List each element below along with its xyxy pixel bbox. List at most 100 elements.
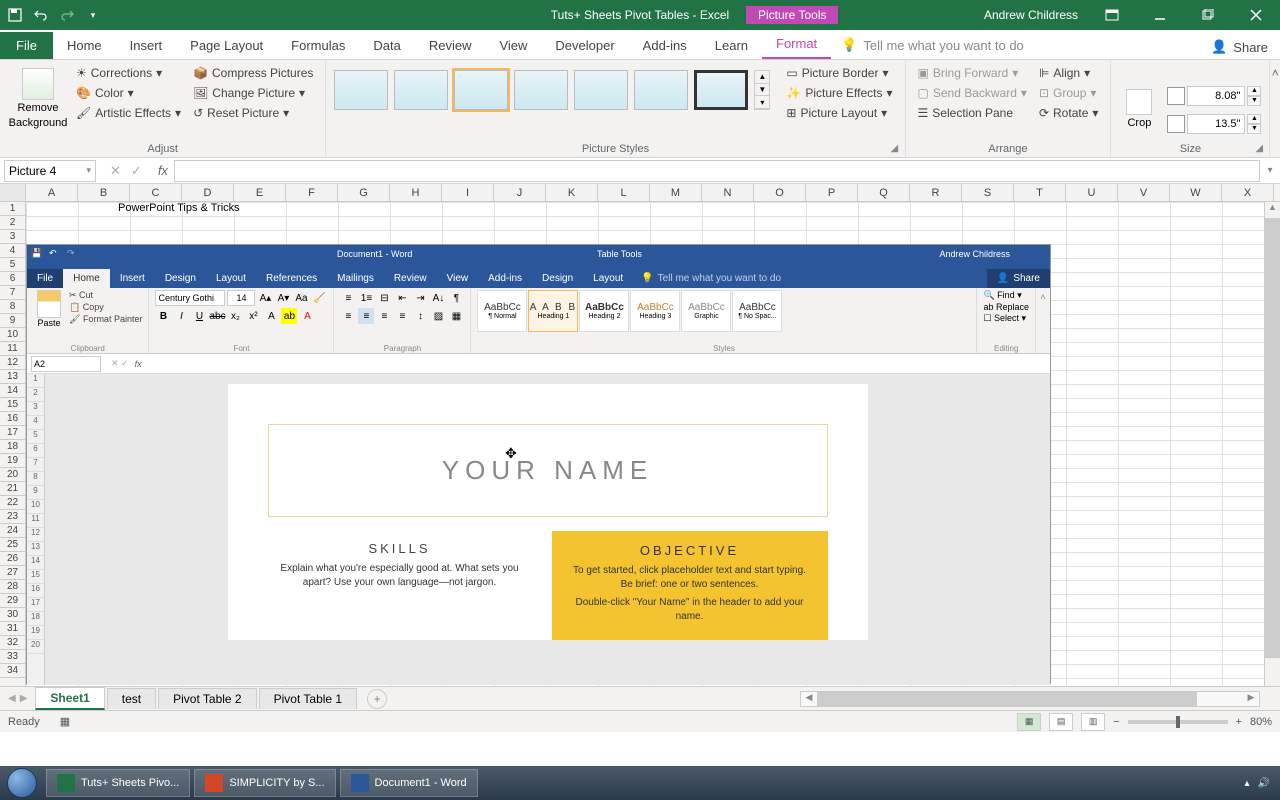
page-layout-view-button[interactable]: ▤ xyxy=(1049,713,1073,731)
formula-input[interactable] xyxy=(174,160,1260,182)
tab-view[interactable]: View xyxy=(485,32,541,59)
collapse-ribbon-icon[interactable]: ˄ xyxy=(1270,60,1280,157)
row-header[interactable]: 28 xyxy=(0,580,25,594)
row-header[interactable]: 21 xyxy=(0,482,25,496)
picture-border-button[interactable]: ▭Picture Border▾ xyxy=(782,64,896,82)
bring-forward-button[interactable]: ▣Bring Forward▾ xyxy=(914,64,1031,82)
tab-format[interactable]: Format xyxy=(762,30,831,59)
save-icon[interactable] xyxy=(6,6,24,24)
artistic-effects-button[interactable]: 🖌Artistic Effects▾ xyxy=(72,104,185,122)
remove-background-button[interactable]: Remove Background xyxy=(8,64,68,134)
align-button[interactable]: ⊫Align▾ xyxy=(1035,64,1102,82)
tab-data[interactable]: Data xyxy=(359,32,414,59)
tab-home[interactable]: Home xyxy=(53,32,116,59)
normal-view-button[interactable]: ▦ xyxy=(1017,713,1041,731)
spinner-up-icon[interactable]: ▲ xyxy=(1247,114,1261,124)
col-header[interactable]: U xyxy=(1066,184,1118,201)
row-header[interactable]: 17 xyxy=(0,426,25,440)
color-button[interactable]: 🎨Color▾ xyxy=(72,84,185,102)
row-header[interactable]: 29 xyxy=(0,594,25,608)
tab-file[interactable]: File xyxy=(0,32,53,59)
row-header[interactable]: 27 xyxy=(0,566,25,580)
col-header[interactable]: B xyxy=(78,184,130,201)
spinner-up-icon[interactable]: ▲ xyxy=(1247,86,1261,96)
sheet-tab-pivot2[interactable]: Pivot Table 2 xyxy=(158,688,257,709)
style-thumb-4[interactable] xyxy=(514,70,568,110)
row-header[interactable]: 22 xyxy=(0,496,25,510)
change-picture-button[interactable]: 🖼Change Picture▾ xyxy=(189,84,317,102)
style-thumb-6[interactable] xyxy=(634,70,688,110)
tray-up-icon[interactable]: ▴ xyxy=(1245,778,1250,789)
row-header[interactable]: 7 xyxy=(0,286,25,300)
col-header[interactable]: C xyxy=(130,184,182,201)
col-header[interactable]: L xyxy=(598,184,650,201)
sheet-nav-prev-icon[interactable]: ◀ xyxy=(8,693,16,704)
row-header[interactable]: 23 xyxy=(0,510,25,524)
col-header[interactable]: E xyxy=(234,184,286,201)
gallery-more-icon[interactable]: ▾ xyxy=(755,96,769,109)
scroll-up-icon[interactable]: ▲ xyxy=(1265,202,1280,218)
selection-pane-button[interactable]: ☰Selection Pane xyxy=(914,104,1031,122)
style-thumb-1[interactable] xyxy=(334,70,388,110)
size-dialog-launcher[interactable]: ◢ xyxy=(1255,143,1267,155)
maximize-icon[interactable] xyxy=(1194,5,1222,25)
row-header[interactable]: 31 xyxy=(0,622,25,636)
row-header[interactable]: 12 xyxy=(0,356,25,370)
new-sheet-button[interactable]: + xyxy=(367,689,387,709)
cancel-icon[interactable]: ✕ xyxy=(110,163,121,179)
shape-height-input[interactable] xyxy=(1187,86,1245,106)
macro-record-icon[interactable]: ▦ xyxy=(60,715,70,728)
minimize-icon[interactable] xyxy=(1146,5,1174,25)
col-header[interactable]: F xyxy=(286,184,338,201)
formula-expand-icon[interactable]: ▾ xyxy=(1260,165,1280,176)
send-backward-button[interactable]: ▢Send Backward▾ xyxy=(914,84,1031,102)
picture-layout-button[interactable]: ⊞Picture Layout▾ xyxy=(782,104,896,122)
row-header[interactable]: 4 xyxy=(0,244,25,258)
col-header[interactable]: M xyxy=(650,184,702,201)
scroll-thumb[interactable] xyxy=(1265,218,1280,658)
tab-insert[interactable]: Insert xyxy=(116,32,177,59)
row-header[interactable]: 15 xyxy=(0,398,25,412)
undo-icon[interactable] xyxy=(32,6,50,24)
picture-styles-dialog-launcher[interactable]: ◢ xyxy=(891,143,903,155)
speaker-icon[interactable]: 🔊 xyxy=(1258,778,1270,789)
sheet-tab-test[interactable]: test xyxy=(107,688,156,709)
taskbar-excel[interactable]: Tuts+ Sheets Pivo... xyxy=(46,769,190,797)
zoom-slider[interactable] xyxy=(1128,720,1228,724)
tab-formulas[interactable]: Formulas xyxy=(277,32,359,59)
hscroll-right-icon[interactable]: ▶ xyxy=(1243,692,1259,706)
redo-icon[interactable] xyxy=(58,6,76,24)
col-header[interactable]: K xyxy=(546,184,598,201)
row-header[interactable]: 8 xyxy=(0,300,25,314)
row-header[interactable]: 16 xyxy=(0,412,25,426)
zoom-out-icon[interactable]: − xyxy=(1113,716,1119,728)
col-header[interactable]: S xyxy=(962,184,1014,201)
col-header[interactable]: P xyxy=(806,184,858,201)
scroll-track[interactable] xyxy=(1265,218,1280,692)
col-header[interactable]: G xyxy=(338,184,390,201)
col-header[interactable]: J xyxy=(494,184,546,201)
col-header[interactable]: W xyxy=(1170,184,1222,201)
sheet-tab-sheet1[interactable]: Sheet1 xyxy=(35,687,104,710)
col-header[interactable]: V xyxy=(1118,184,1170,201)
row-header[interactable]: 9 xyxy=(0,314,25,328)
row-header[interactable]: 10 xyxy=(0,328,25,342)
col-header[interactable]: D xyxy=(182,184,234,201)
corrections-button[interactable]: ☀Corrections▾ xyxy=(72,64,185,82)
taskbar-powerpoint[interactable]: SIMPLICITY by S... xyxy=(194,769,335,797)
page-break-view-button[interactable]: ▥ xyxy=(1081,713,1105,731)
row-header[interactable]: 26 xyxy=(0,552,25,566)
row-header[interactable]: 5 xyxy=(0,258,25,272)
sheet-nav-next-icon[interactable]: ▶ xyxy=(20,693,28,704)
col-header[interactable]: T xyxy=(1014,184,1066,201)
group-button[interactable]: ⊡Group▾ xyxy=(1035,84,1102,102)
row-header[interactable]: 3 xyxy=(0,230,25,244)
rotate-button[interactable]: ⟳Rotate▾ xyxy=(1035,104,1102,122)
tab-learn[interactable]: Learn xyxy=(701,32,762,59)
compress-pictures-button[interactable]: 📦Compress Pictures xyxy=(189,64,317,82)
hscroll-thumb[interactable] xyxy=(817,692,1197,706)
vertical-scrollbar[interactable]: ▲ ▼ xyxy=(1264,202,1280,708)
col-header[interactable]: R xyxy=(910,184,962,201)
worksheet-grid[interactable]: 1234567891011121314151617181920212223242… xyxy=(0,202,1280,686)
row-header[interactable]: 18 xyxy=(0,440,25,454)
